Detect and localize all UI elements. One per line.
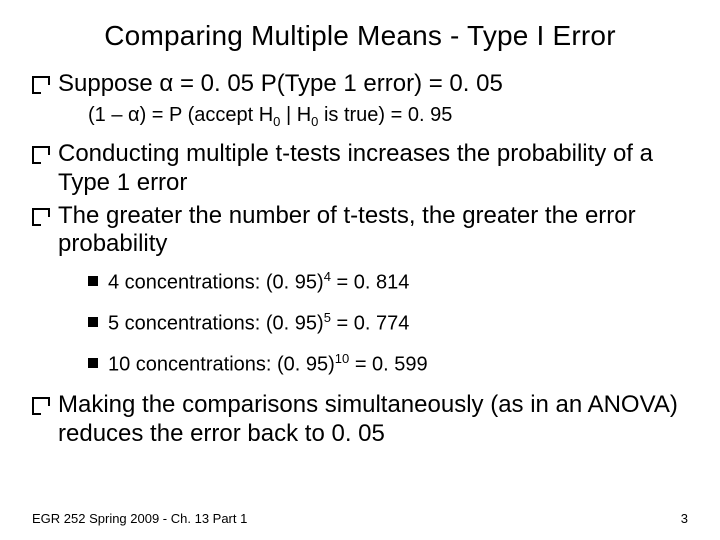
hollow-square-icon [32,208,50,226]
hollow-square-icon [32,146,50,164]
sub-bullet-5conc: 5 concentrations: (0. 95)5 = 0. 774 [88,310,688,337]
bullet-multiple-ttests: Conducting multiple t-tests increases th… [32,140,688,198]
calc-part: 10 concentrations: (0. 95) [108,353,335,375]
formula-part: is true) = 0. 95 [318,104,452,126]
footer-left-text: EGR 252 Spring 2009 - Ch. 13 Part 1 [32,511,247,526]
calc-part: = 0. 774 [331,313,409,335]
exponent: 4 [324,269,331,284]
slide-footer: EGR 252 Spring 2009 - Ch. 13 Part 1 3 [32,511,688,526]
calc-part: 5 concentrations: (0. 95) [108,313,324,335]
exponent: 10 [335,351,349,366]
sub-bullet-4conc: 4 concentrations: (0. 95)4 = 0. 814 [88,269,688,296]
bullet-text: Making the comparisons simultaneously (a… [58,391,688,449]
bullet-greater-number: The greater the number of t-tests, the g… [32,202,688,260]
hollow-square-icon [32,76,50,94]
calc-part: = 0. 814 [331,272,409,294]
slide-title: Comparing Multiple Means - Type I Error [32,20,688,52]
hollow-square-icon [32,397,50,415]
sub-bullet-10conc: 10 concentrations: (0. 95)10 = 0. 599 [88,351,688,378]
formula-part: | H [280,104,311,126]
formula-part: (1 – α) = P (accept H [88,104,273,126]
calc-part: 4 concentrations: (0. 95) [108,272,324,294]
sub-formula-1: (1 – α) = P (accept H0 | H0 is true) = 0… [88,103,688,130]
filled-square-icon [88,276,98,286]
bullet-text: Suppose α = 0. 05 P(Type 1 error) = 0. 0… [58,70,503,99]
calc-text: 4 concentrations: (0. 95)4 = 0. 814 [108,269,409,296]
calc-text: 10 concentrations: (0. 95)10 = 0. 599 [108,351,428,378]
bullet-text: The greater the number of t-tests, the g… [58,202,688,260]
filled-square-icon [88,317,98,327]
calc-part: = 0. 599 [349,353,427,375]
bullet-text: Conducting multiple t-tests increases th… [58,140,688,198]
page-number: 3 [681,511,688,526]
calc-text: 5 concentrations: (0. 95)5 = 0. 774 [108,310,409,337]
bullet-suppose: Suppose α = 0. 05 P(Type 1 error) = 0. 0… [32,70,688,99]
filled-square-icon [88,358,98,368]
exponent: 5 [324,310,331,325]
bullet-anova: Making the comparisons simultaneously (a… [32,391,688,449]
